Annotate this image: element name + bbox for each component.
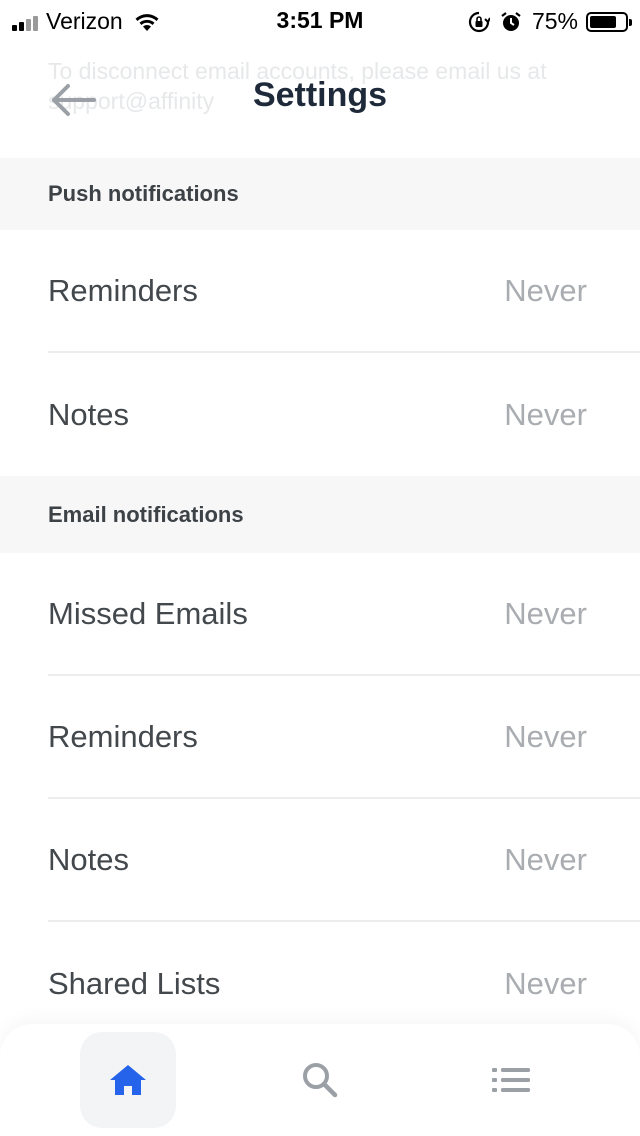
setting-label: Shared Lists xyxy=(48,965,221,1001)
setting-value: Never xyxy=(504,272,587,308)
home-icon xyxy=(110,1065,146,1095)
status-right: 75% xyxy=(468,8,632,35)
setting-value: Never xyxy=(504,718,587,754)
tab-search[interactable] xyxy=(272,1032,368,1128)
page-title: Settings xyxy=(252,76,388,114)
setting-row-push-notes[interactable]: Notes Never xyxy=(48,353,640,476)
setting-label: Missed Emails xyxy=(48,595,248,631)
battery-percent: 75% xyxy=(531,8,578,34)
section-header-email: Email notifications xyxy=(0,476,640,553)
section-header-push: Push notifications xyxy=(0,158,640,230)
tab-bar xyxy=(0,1024,640,1136)
setting-label: Notes xyxy=(48,396,129,432)
list-icon xyxy=(492,1068,530,1092)
setting-value: Never xyxy=(504,396,587,432)
setting-row-push-reminders[interactable]: Reminders Never xyxy=(48,230,640,353)
settings-list: Push notifications Reminders Never Notes… xyxy=(0,158,640,1045)
rotation-lock-icon xyxy=(468,11,490,33)
search-icon xyxy=(303,1063,338,1098)
setting-value: Never xyxy=(504,965,587,1001)
setting-row-email-notes[interactable]: Notes Never xyxy=(48,799,640,922)
status-bar: Verizon 3:51 PM 75% xyxy=(0,0,640,40)
setting-label: Notes xyxy=(48,841,129,877)
setting-row-email-reminders[interactable]: Reminders Never xyxy=(48,676,640,799)
setting-label: Reminders xyxy=(48,718,198,754)
setting-value: Never xyxy=(504,595,587,631)
battery-icon xyxy=(586,11,632,32)
setting-value: Never xyxy=(504,841,587,877)
tab-home[interactable] xyxy=(80,1032,176,1128)
header: Settings xyxy=(0,40,640,158)
setting-label: Reminders xyxy=(48,272,198,308)
tab-lists[interactable] xyxy=(463,1032,559,1128)
alarm-icon xyxy=(500,11,522,33)
setting-row-email-missed-emails[interactable]: Missed Emails Never xyxy=(48,553,640,676)
